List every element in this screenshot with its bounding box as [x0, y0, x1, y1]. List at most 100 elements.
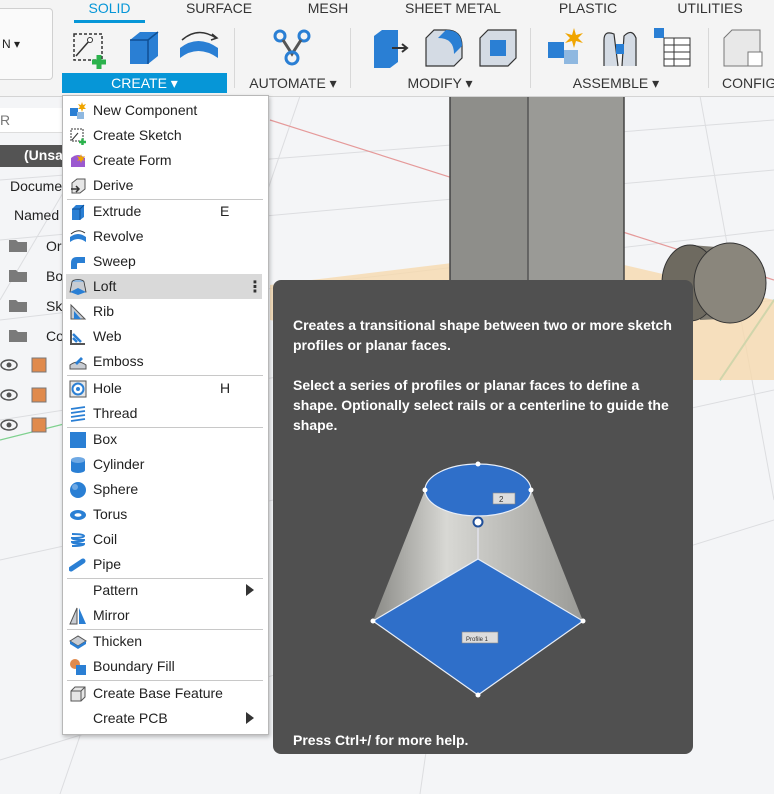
menu-item-label: Thread [93, 405, 138, 421]
menu-item-loft[interactable]: Loft ⋮ [66, 274, 263, 299]
menu-item-shortcut: H [220, 380, 231, 396]
pipe-icon [69, 558, 86, 572]
boundary-fill-icon [70, 659, 86, 675]
box-body-face-left[interactable] [450, 96, 528, 286]
workspace-switcher[interactable]: N ▾ [0, 8, 53, 80]
tab-solid[interactable]: SOLID [74, 0, 145, 20]
menu-item-cylinder[interactable]: Cylinder [63, 452, 268, 477]
torus-icon [70, 510, 86, 520]
box-icon [70, 432, 86, 448]
extrude-icon [72, 204, 85, 220]
menu-item-box[interactable]: Box [63, 427, 268, 452]
menu-item-emboss[interactable]: Emboss [63, 349, 268, 374]
menu-item-hole[interactable]: Hole H [63, 376, 268, 401]
menu-item-label: Hole [93, 380, 122, 396]
create-sketch-tool-icon[interactable] [68, 26, 112, 70]
automate-tool-icon[interactable] [270, 26, 314, 70]
menu-item-thicken[interactable]: Thicken [63, 629, 268, 654]
menu-item-thread[interactable]: Thread [63, 401, 268, 426]
joint-tool-icon[interactable] [598, 26, 642, 70]
folder-icon [9, 300, 27, 312]
menu-item-coil[interactable]: Coil [63, 527, 268, 552]
folder-icon [9, 330, 27, 342]
menu-item-pattern[interactable]: Pattern [63, 578, 268, 603]
thread-icon [70, 406, 86, 422]
shell-tool-icon[interactable] [476, 26, 520, 70]
tooltip-help-hint: Press Ctrl+/ for more help. [293, 732, 469, 748]
tab-utilities[interactable]: UTILITIES [670, 0, 750, 20]
menu-item-label: Thicken [93, 633, 143, 649]
more-options-icon[interactable]: ⋮ [247, 277, 263, 297]
menu-item-create-form[interactable]: Create Form [63, 148, 268, 173]
loft-icon [69, 279, 87, 295]
mirror-icon [69, 607, 86, 625]
derive-icon [71, 178, 86, 194]
new-component-tool-icon[interactable] [544, 26, 588, 70]
illustration-label-bottom: Profile 1 [466, 637, 489, 643]
menu-item-new-component[interactable]: New Component [63, 98, 268, 123]
folder-icon [9, 240, 27, 252]
menu-item-label: Emboss [93, 353, 144, 369]
menu-item-extrude[interactable]: Extrude E [63, 199, 268, 224]
menu-item-create-base-feature[interactable]: Create Base Feature [63, 681, 268, 706]
loft-tooltip: Creates a transitional shape between two… [273, 280, 693, 754]
browser-search-text: R [0, 112, 11, 128]
fillet-tool-icon[interactable] [422, 26, 466, 70]
parameters-table-icon[interactable] [650, 26, 694, 70]
workspace-label: N ▾ [2, 37, 21, 51]
menu-item-pipe[interactable]: Pipe [63, 552, 268, 577]
create-dropdown-menu: New Component Create Sketch Create Form … [62, 95, 269, 735]
tab-plastic[interactable]: PLASTIC [552, 0, 624, 20]
cylinder-icon [71, 457, 85, 473]
menu-item-revolve[interactable]: Revolve [63, 224, 268, 249]
menu-item-label: Pattern [93, 582, 139, 598]
menu-item-mirror[interactable]: Mirror [63, 603, 268, 628]
browser-search-strip[interactable]: R [0, 108, 62, 133]
tab-mesh[interactable]: MESH [300, 0, 356, 20]
folder-icon [9, 270, 27, 282]
assemble-dropdown-button[interactable]: ASSEMBLE ▾ [566, 73, 666, 93]
automate-dropdown-button[interactable]: AUTOMATE ▾ [244, 73, 342, 93]
menu-item-rib[interactable]: Rib [63, 299, 268, 324]
loft-illustration: 2 Profile 1 [370, 461, 586, 698]
loft-profile-top [424, 463, 532, 517]
eye-icon [0, 419, 18, 431]
menu-item-web[interactable]: Web [63, 324, 268, 349]
menu-item-label: Create PCB [93, 710, 168, 726]
revolve-tool-icon[interactable] [176, 26, 220, 70]
menu-item-torus[interactable]: Torus [63, 502, 268, 527]
tab-sheet-metal[interactable]: SHEET METAL [396, 0, 510, 20]
browser-document-header[interactable]: (Unsa [0, 145, 63, 167]
menu-item-shortcut: E [220, 203, 230, 219]
menu-item-label: Sphere [93, 481, 139, 497]
press-pull-tool-icon[interactable] [368, 26, 412, 70]
create-dropdown-button[interactable]: CREATE ▾ [62, 73, 227, 93]
menu-item-sweep[interactable]: Sweep [63, 249, 268, 274]
sweep-icon [71, 257, 85, 269]
extrude-tool-icon[interactable] [122, 26, 166, 70]
configure-dropdown-button[interactable]: CONFIG [722, 73, 774, 93]
menu-item-sphere[interactable]: Sphere [63, 477, 268, 502]
tab-active-indicator [74, 20, 145, 23]
configure-tool-icon[interactable] [720, 26, 764, 70]
menu-item-label: Create Sketch [93, 127, 182, 143]
menu-item-label: Create Form [93, 152, 172, 168]
thicken-icon [69, 635, 87, 649]
menu-item-label: Derive [93, 177, 134, 193]
modify-dropdown-button[interactable]: MODIFY ▾ [400, 73, 480, 93]
eye-icon [0, 389, 18, 401]
menu-item-label: Loft [93, 278, 117, 294]
menu-item-create-pcb[interactable]: Create PCB [63, 706, 268, 731]
menu-item-label: Mirror [93, 607, 130, 623]
box-body-face-right[interactable] [528, 96, 624, 286]
menu-item-boundary-fill[interactable]: Boundary Fill [63, 654, 268, 679]
menu-item-derive[interactable]: Derive [63, 173, 268, 198]
menu-item-label: Create Base Feature [93, 685, 223, 701]
tab-surface[interactable]: SURFACE [178, 0, 260, 20]
menu-item-label: Torus [93, 506, 128, 522]
hole-icon [69, 380, 87, 398]
browser-visibility-rows [0, 357, 47, 433]
menu-item-create-sketch[interactable]: Create Sketch [63, 123, 268, 148]
ribbon-toolbar: N ▾ SOLID SURFACE MESH SHEET METAL PLAST… [0, 0, 774, 97]
coil-icon [70, 533, 86, 547]
